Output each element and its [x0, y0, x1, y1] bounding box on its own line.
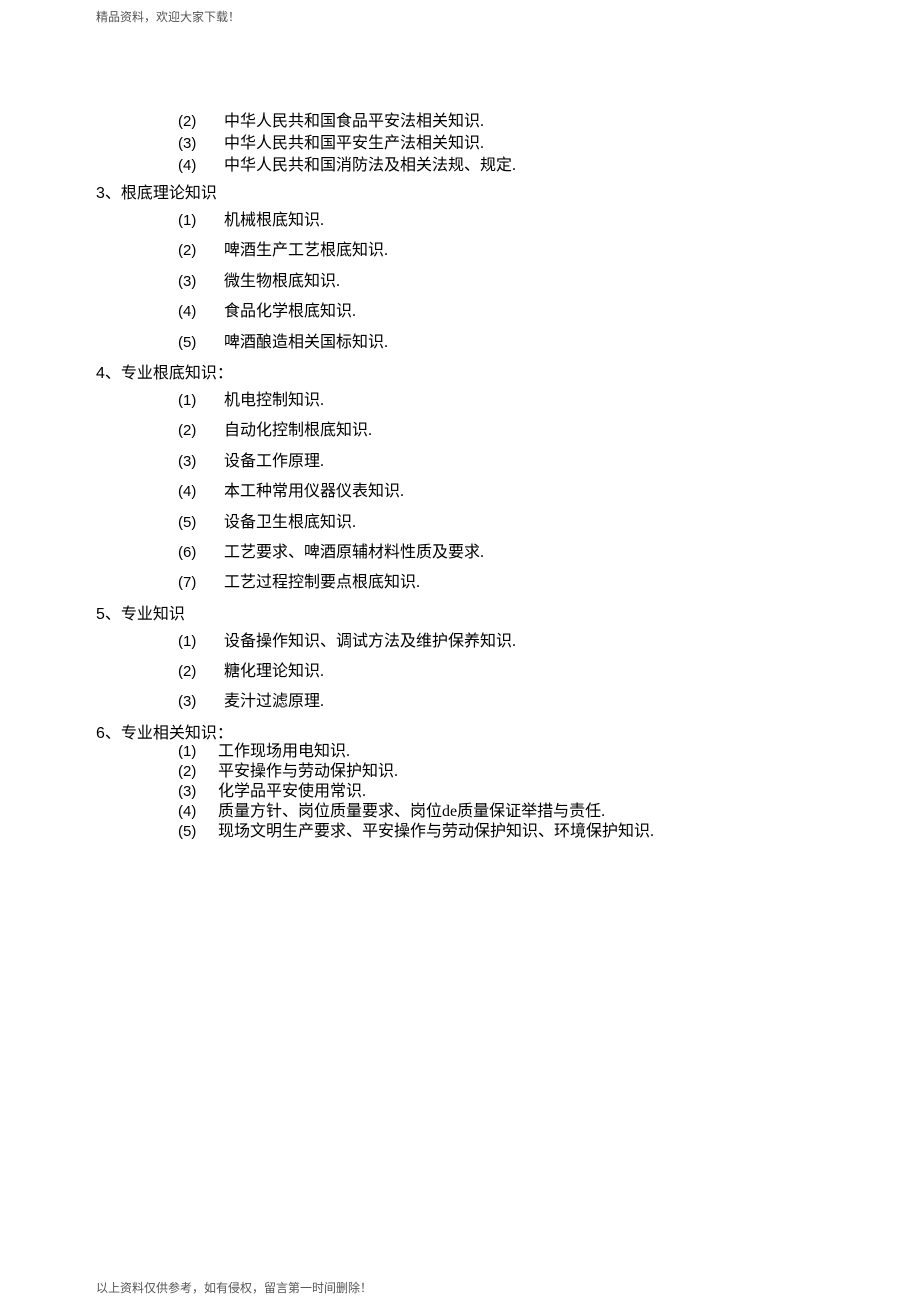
section-number: 4 [96, 366, 105, 382]
item-text: 中华人民共和国消防法及相关法规、规定. [224, 158, 516, 174]
list-item: (1) 机电控制知识. [178, 390, 836, 412]
item-text: 化学品平安使用常识. [218, 784, 366, 800]
section-heading-3: 3 、 根底理论知识 [96, 186, 836, 202]
item-text: 设备操作知识、调试方法及维护保养知识. [224, 631, 516, 653]
item-marker: (5) [178, 824, 218, 839]
item-marker: (1) [178, 631, 224, 652]
list-item: (5) 设备卫生根底知识. [178, 512, 836, 534]
item-text: 工艺要求、啤酒原辅材料性质及要求. [224, 542, 484, 564]
item-marker: (3) [178, 691, 224, 712]
item-marker: (4) [178, 804, 218, 819]
section-3-list: (1) 机械根底知识. (2) 啤酒生产工艺根底知识. (3) 微生物根底知识.… [96, 210, 836, 354]
item-marker: (2) [178, 240, 224, 261]
list-item: (3) 化学品平安使用常识. [178, 784, 836, 800]
list-item: (7) 工艺过程控制要点根底知识. [178, 572, 836, 594]
item-marker: (3) [178, 136, 224, 151]
section-separator: 、 [105, 726, 121, 742]
section-number: 3 [96, 186, 105, 202]
list-item: (1) 机械根底知识. [178, 210, 836, 232]
item-text: 现场文明生产要求、平安操作与劳动保护知识、环境保护知识. [218, 824, 654, 840]
item-text: 设备工作原理. [224, 451, 324, 473]
item-text: 食品化学根底知识. [224, 301, 356, 323]
item-text: 啤酒酿造相关国标知识. [224, 332, 388, 354]
list-item: (2) 平安操作与劳动保护知识. [178, 764, 836, 780]
item-text: 设备卫生根底知识. [224, 512, 356, 534]
item-marker: (5) [178, 332, 224, 353]
section-title: 专业相关知识： [121, 726, 233, 742]
header-note: 精品资料，欢迎大家下载！ [96, 8, 240, 25]
item-marker: (1) [178, 210, 224, 231]
item-marker: (3) [178, 451, 224, 472]
section-title: 根底理论知识 [121, 186, 217, 202]
section-6-list: (1) 工作现场用电知识. (2) 平安操作与劳动保护知识. (3) 化学品平安… [96, 744, 836, 840]
item-marker: (3) [178, 784, 218, 799]
item-text: 中华人民共和国食品平安法相关知识. [224, 114, 484, 130]
item-text: 机械根底知识. [224, 210, 324, 232]
section-heading-6: 6 、 专业相关知识： [96, 726, 836, 742]
list-item: (1) 设备操作知识、调试方法及维护保养知识. [178, 631, 836, 653]
item-marker: (3) [178, 271, 224, 292]
item-text: 中华人民共和国平安生产法相关知识. [224, 136, 484, 152]
top-continuation-list: (2) 中华人民共和国食品平安法相关知识. (3) 中华人民共和国平安生产法相关… [96, 114, 836, 174]
item-text: 本工种常用仪器仪表知识. [224, 481, 404, 503]
item-text: 糖化理论知识. [224, 661, 324, 683]
item-marker: (2) [178, 661, 224, 682]
item-marker: (1) [178, 390, 224, 411]
document-body: (2) 中华人民共和国食品平安法相关知识. (3) 中华人民共和国平安生产法相关… [96, 112, 836, 844]
item-text: 质量方针、岗位质量要求、岗位de质量保证举措与责任. [218, 804, 605, 820]
section-4-list: (1) 机电控制知识. (2) 自动化控制根底知识. (3) 设备工作原理. (… [96, 390, 836, 595]
list-item: (2) 啤酒生产工艺根底知识. [178, 240, 836, 262]
section-separator: 、 [105, 186, 121, 202]
item-marker: (5) [178, 512, 224, 533]
list-item: (3) 设备工作原理. [178, 451, 836, 473]
list-item: (2) 自动化控制根底知识. [178, 420, 836, 442]
item-text: 啤酒生产工艺根底知识. [224, 240, 388, 262]
item-text: 自动化控制根底知识. [224, 420, 372, 442]
list-item: (1) 工作现场用电知识. [178, 744, 836, 760]
section-title: 专业知识 [121, 607, 185, 623]
item-text: 微生物根底知识. [224, 271, 340, 293]
item-marker: (4) [178, 301, 224, 322]
item-marker: (2) [178, 114, 224, 129]
list-item: (4) 中华人民共和国消防法及相关法规、规定. [178, 158, 836, 174]
list-item: (2) 糖化理论知识. [178, 661, 836, 683]
item-marker: (4) [178, 158, 224, 173]
list-item: (3) 麦汁过滤原理. [178, 691, 836, 713]
item-marker: (4) [178, 481, 224, 502]
item-text: 工艺过程控制要点根底知识. [224, 572, 420, 594]
item-marker: (1) [178, 744, 218, 759]
list-item: (3) 中华人民共和国平安生产法相关知识. [178, 136, 836, 152]
list-item: (2) 中华人民共和国食品平安法相关知识. [178, 114, 836, 130]
item-text: 工作现场用电知识. [218, 744, 350, 760]
list-item: (3) 微生物根底知识. [178, 271, 836, 293]
item-marker: (2) [178, 420, 224, 441]
item-text: 机电控制知识. [224, 390, 324, 412]
section-separator: 、 [105, 366, 121, 382]
list-item: (5) 啤酒酿造相关国标知识. [178, 332, 836, 354]
section-title: 专业根底知识： [121, 366, 233, 382]
list-item: (4) 食品化学根底知识. [178, 301, 836, 323]
list-item: (6) 工艺要求、啤酒原辅材料性质及要求. [178, 542, 836, 564]
item-text: 麦汁过滤原理. [224, 691, 324, 713]
list-item: (5) 现场文明生产要求、平安操作与劳动保护知识、环境保护知识. [178, 824, 836, 840]
section-number: 5 [96, 607, 105, 623]
section-number: 6 [96, 726, 105, 742]
list-item: (4) 质量方针、岗位质量要求、岗位de质量保证举措与责任. [178, 804, 836, 820]
item-marker: (2) [178, 764, 218, 779]
list-item: (4) 本工种常用仪器仪表知识. [178, 481, 836, 503]
section-heading-4: 4 、 专业根底知识： [96, 366, 836, 382]
item-marker: (6) [178, 542, 224, 563]
section-separator: 、 [105, 607, 121, 623]
item-text: 平安操作与劳动保护知识. [218, 764, 398, 780]
section-heading-5: 5 、 专业知识 [96, 607, 836, 623]
section-5-list: (1) 设备操作知识、调试方法及维护保养知识. (2) 糖化理论知识. (3) … [96, 631, 836, 714]
footer-note: 以上资料仅供参考，如有侵权，留言第一时间删除！ [96, 1279, 372, 1296]
item-marker: (7) [178, 572, 224, 593]
